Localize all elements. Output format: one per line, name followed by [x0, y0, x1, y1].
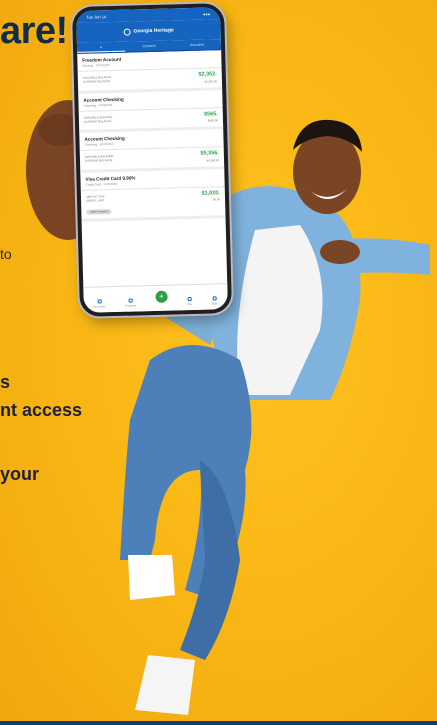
- nav-label: Transfers: [124, 303, 137, 308]
- account-card-freedom[interactable]: Freedom Account Savings · ####1234 AVAIL…: [77, 50, 223, 94]
- status-icons: ●●●: [202, 10, 211, 17]
- accounts-icon: [97, 299, 102, 304]
- balance-secondary: $5,356.00: [206, 157, 220, 163]
- bullet-text-3: your: [0, 464, 40, 484]
- account-card-checking-1[interactable]: Account Checking Checking · ####5678 AVA…: [78, 89, 224, 133]
- tab-accounts[interactable]: Accounts: [173, 39, 221, 50]
- nav-label: More: [211, 301, 219, 306]
- bullet-text-1: s: [0, 372, 11, 392]
- account-card-visa[interactable]: Visa Credit Card 9.90% Credit Card · ###…: [80, 168, 226, 222]
- phone-screen: Tue Jun 14 ●●● Georgia Heritage ≡ Connec…: [76, 7, 228, 313]
- headline: are!: [0, 10, 68, 52]
- balance-row: AVAILABLE BALANCE CURRENT BALANCE $5,356…: [80, 147, 224, 169]
- balance-secondary: $565.00: [207, 118, 219, 123]
- balance-row: AVAILABLE BALANCE CURRENT BALANCE $2,352…: [78, 68, 222, 90]
- balance-amount: $1,020.: [201, 189, 220, 197]
- transfer-icon: [128, 298, 133, 303]
- bottom-accent-bar: [0, 721, 437, 725]
- balance-label: CURRENT BALANCE: [84, 158, 113, 164]
- balance-label: CURRENT BALANCE: [82, 79, 111, 85]
- balance-amount: $5,356.: [200, 150, 219, 157]
- nav-accounts[interactable]: Accounts: [93, 299, 106, 309]
- balance-secondary: $0.00: [213, 197, 221, 202]
- balance-label: CREDIT LIMIT: [85, 198, 105, 203]
- account-card-checking-2[interactable]: Account Checking Checking · ####9012 AVA…: [79, 129, 225, 173]
- balance-secondary: $2,352.00: [204, 78, 218, 84]
- bullet-text-2: nt access: [0, 400, 83, 420]
- balance-amount: $2,352.: [198, 71, 217, 78]
- body-text-fragment: to: [0, 246, 12, 262]
- app-name: Georgia Heritage: [133, 26, 174, 34]
- phone-device: Tue Jun 14 ●●● Georgia Heritage ≡ Connec…: [71, 3, 233, 317]
- pay-icon: [187, 297, 192, 302]
- bank-logo-icon: [123, 28, 131, 36]
- nav-label: Pay: [187, 302, 193, 307]
- add-button[interactable]: +: [155, 290, 168, 303]
- more-icon: [212, 296, 217, 301]
- tab-connect[interactable]: Connect: [125, 40, 173, 51]
- nav-label: Accounts: [93, 304, 106, 309]
- bottom-nav: Accounts Transfers + Pay More: [83, 283, 228, 313]
- nav-more[interactable]: More: [211, 296, 218, 305]
- balance-amount: $565.: [203, 110, 218, 118]
- balance-row: AMOUNT DUE CREDIT LIMIT $1,020. $0.00: [81, 187, 225, 209]
- status-time: Tue Jun 14: [86, 13, 107, 20]
- balance-label: CURRENT BALANCE: [83, 119, 112, 124]
- tab-menu[interactable]: ≡: [76, 41, 126, 53]
- balance-row: AVAILABLE BALANCE CURRENT BALANCE $565. …: [79, 108, 223, 130]
- nav-transfers[interactable]: Transfers: [124, 298, 137, 308]
- make-payment-button[interactable]: Make Payment: [86, 209, 112, 215]
- nav-pay[interactable]: Pay: [187, 297, 192, 306]
